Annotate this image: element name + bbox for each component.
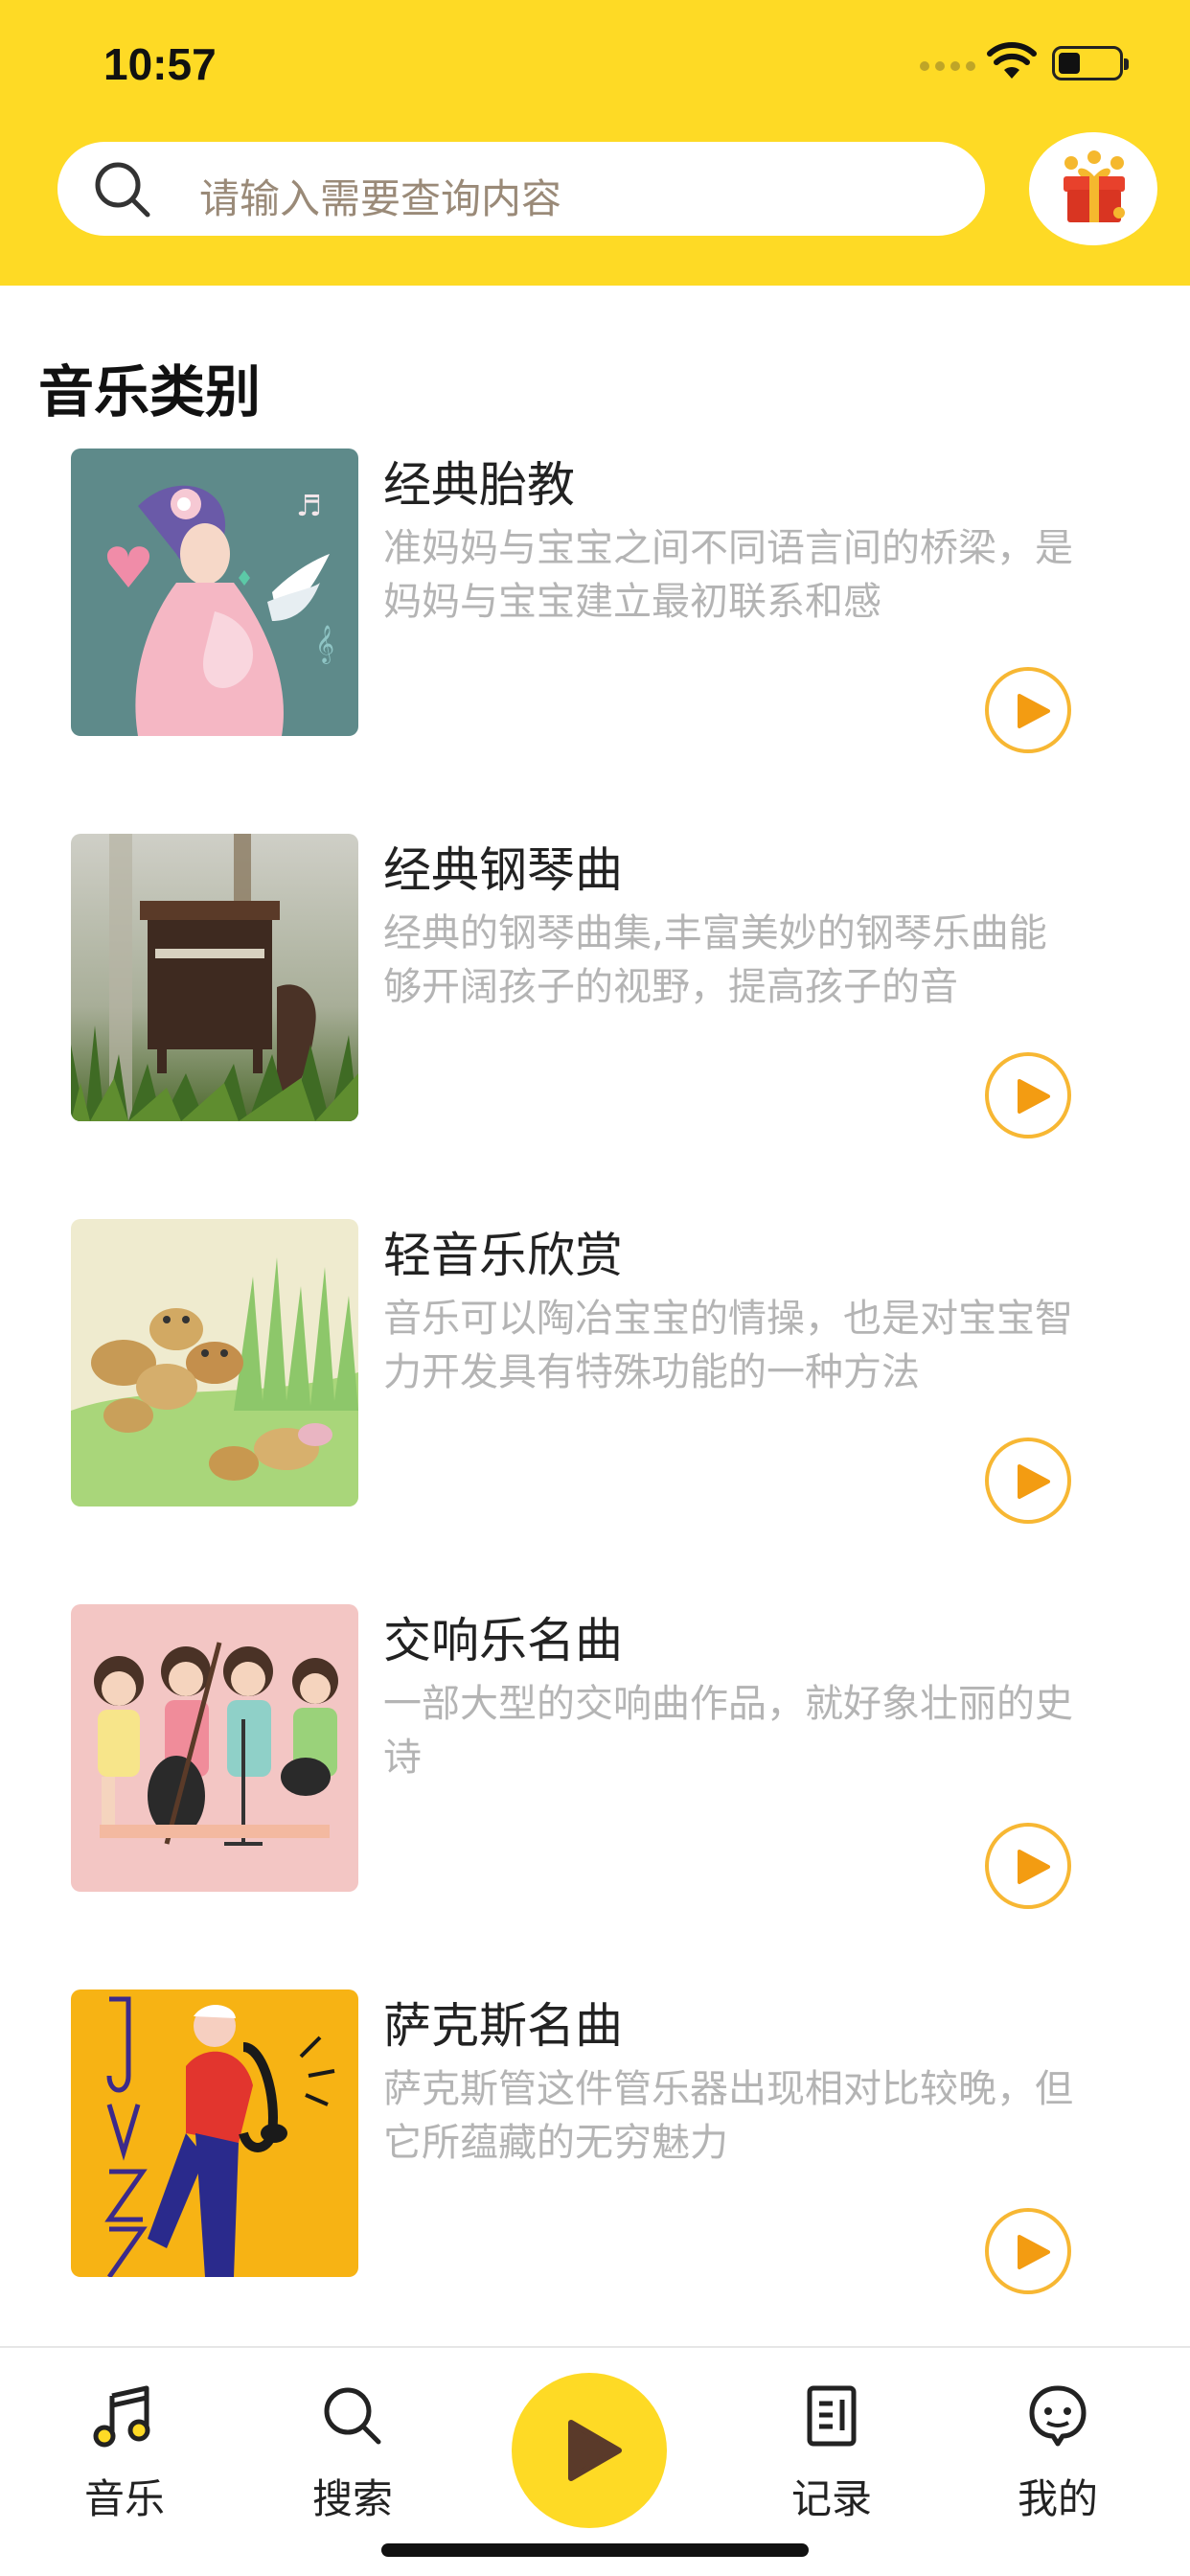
category-thumbnail xyxy=(71,1219,358,1506)
play-icon xyxy=(568,2420,622,2481)
play-button[interactable] xyxy=(985,1438,1071,1524)
svg-text:♬: ♬ xyxy=(296,490,322,523)
category-description: 一部大型的交响曲作品，就好象壮丽的史诗 xyxy=(383,1682,1073,1780)
tab-search[interactable]: 搜索 xyxy=(266,2348,439,2540)
play-icon xyxy=(1018,1464,1050,1499)
category-thumbnail xyxy=(71,1604,358,1892)
play-button[interactable] xyxy=(985,1052,1071,1138)
search-icon xyxy=(95,162,150,218)
tab-label: 音乐 xyxy=(83,2475,165,2522)
play-icon xyxy=(1018,694,1050,728)
list-item[interactable]: 交响乐名曲 一部大型的交响曲作品，就好象壮丽的史诗 xyxy=(0,1604,1190,1909)
list-item[interactable]: 轻音乐欣赏 音乐可以陶冶宝宝的情操，也是对宝宝智力开发具有特殊功能的一种方法 xyxy=(0,1219,1190,1524)
category-description: 音乐可以陶冶宝宝的情操，也是对宝宝智力开发具有特殊功能的一种方法 xyxy=(383,1297,1073,1394)
section-title: 音乐类别 xyxy=(38,359,262,425)
battery-icon xyxy=(1052,46,1129,80)
svg-text:𝄞: 𝄞 xyxy=(315,625,334,664)
wifi-icon xyxy=(987,42,1037,79)
list-item[interactable]: ♬ 𝄞 经典胎教 准妈妈与宝宝之间不同语言间的桥梁，是妈妈与宝宝建立最初联系和感 xyxy=(0,448,1190,753)
center-play-button[interactable] xyxy=(512,2373,667,2528)
category-title: 交响乐名曲 xyxy=(383,1613,623,1668)
category-thumbnail xyxy=(71,1990,358,2277)
tab-music[interactable]: 音乐 xyxy=(38,2348,211,2540)
category-description: 准妈妈与宝宝之间不同语言间的桥梁，是妈妈与宝宝建立最初联系和感 xyxy=(383,526,1073,624)
play-icon xyxy=(1018,2235,1050,2269)
list-item[interactable]: 经典钢琴曲 经典的钢琴曲集,丰富美妙的钢琴乐曲能够开阔孩子的视野，提高孩子的音 xyxy=(0,834,1190,1138)
tab-label: 记录 xyxy=(790,2475,872,2522)
top-header: 10:57 请输入需要查询内容 xyxy=(0,0,1190,286)
play-button[interactable] xyxy=(985,1823,1071,1909)
gift-icon xyxy=(1064,150,1125,222)
category-title: 经典胎教 xyxy=(383,457,575,513)
music-note-icon xyxy=(93,2385,150,2448)
home-indicator[interactable] xyxy=(381,2543,809,2557)
category-description: 经典的钢琴曲集,丰富美妙的钢琴乐曲能够开阔孩子的视野，提高孩子的音 xyxy=(383,911,1047,1009)
search-icon xyxy=(324,2387,381,2445)
category-title: 轻音乐欣赏 xyxy=(383,1228,623,1283)
status-bar: 10:57 xyxy=(0,0,1190,126)
play-icon xyxy=(1018,1850,1050,1884)
status-time: 10:57 xyxy=(103,39,217,89)
search-bar[interactable]: 请输入需要查询内容 xyxy=(57,142,985,236)
category-title: 萨克斯名曲 xyxy=(383,1998,623,2054)
category-title: 经典钢琴曲 xyxy=(383,842,623,898)
search-placeholder[interactable]: 请输入需要查询内容 xyxy=(199,167,561,225)
tab-record[interactable]: 记录 xyxy=(745,2348,918,2540)
tab-profile[interactable]: 我的 xyxy=(972,2348,1144,2540)
play-button[interactable] xyxy=(985,667,1071,753)
play-button[interactable] xyxy=(985,2208,1071,2294)
list-item[interactable]: 萨克斯名曲 萨克斯管这件管乐器出现相对比较晚，但它所蕴藏的无穷魅力 xyxy=(0,1990,1190,2294)
play-icon xyxy=(1018,1079,1050,1114)
category-thumbnail xyxy=(71,834,358,1121)
category-thumbnail: ♬ 𝄞 xyxy=(71,448,358,736)
tab-label: 搜索 xyxy=(311,2475,393,2522)
tab-label: 我的 xyxy=(1017,2475,1098,2522)
profile-icon xyxy=(1029,2385,1087,2447)
category-description: 萨克斯管这件管乐器出现相对比较晚，但它所蕴藏的无穷魅力 xyxy=(383,2067,1073,2165)
record-icon xyxy=(807,2385,857,2447)
gift-button[interactable] xyxy=(1029,132,1157,245)
bottom-tab-bar: 音乐 搜索 记录 我的 xyxy=(0,2346,1190,2576)
cellular-signal-icon xyxy=(920,61,975,75)
